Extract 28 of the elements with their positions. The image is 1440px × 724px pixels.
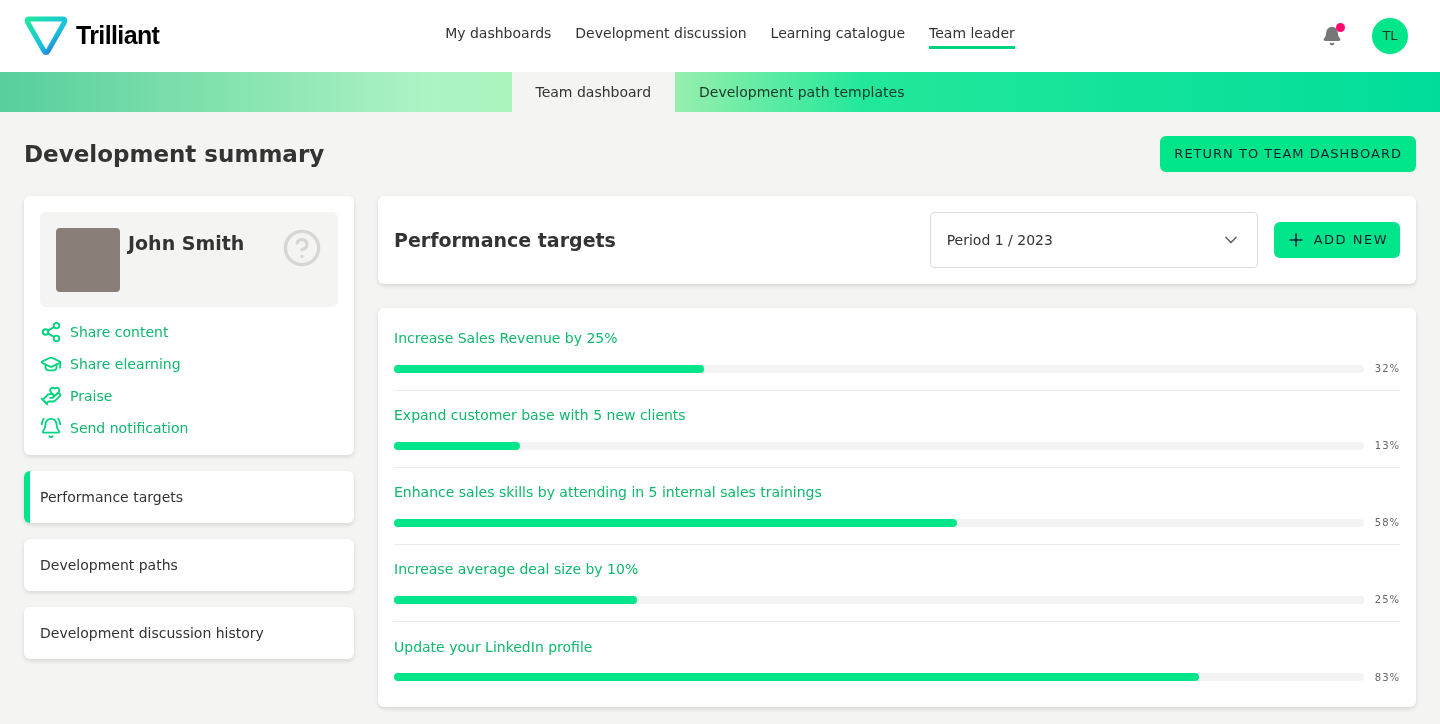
nav-link[interactable]: Team leader xyxy=(929,23,1015,49)
nav-link[interactable]: Learning catalogue xyxy=(770,23,905,49)
page-title: Development summary xyxy=(24,139,325,169)
share-icon xyxy=(40,321,62,343)
triangle-logo-icon xyxy=(24,15,68,57)
progress-percent: 58% xyxy=(1373,516,1400,530)
hand-heart-icon xyxy=(40,385,62,407)
ringing-bell-icon xyxy=(40,417,62,439)
sub-tab[interactable]: Team dashboard xyxy=(511,72,675,112)
section-heading: Performance targets xyxy=(394,227,617,253)
progress-percent: 32% xyxy=(1373,362,1400,376)
progress-percent: 13% xyxy=(1373,439,1400,453)
sub-tab[interactable]: Development path templates xyxy=(675,72,929,112)
nav-link[interactable]: My dashboards xyxy=(445,23,552,49)
add-new-button[interactable]: ADD NEW xyxy=(1273,222,1400,258)
return-button[interactable]: RETURN TO TEAM DASHBOARD xyxy=(1160,136,1416,172)
progress-percent: 25% xyxy=(1373,593,1400,607)
notification-bell-icon[interactable] xyxy=(1322,26,1342,46)
section-tab[interactable]: Performance targets xyxy=(24,471,354,523)
brand-name: Trilliant xyxy=(76,20,160,52)
nav-link[interactable]: Development discussion xyxy=(575,23,747,49)
user-avatar[interactable]: TL xyxy=(1372,18,1408,54)
progress-percent: 83% xyxy=(1373,670,1400,685)
photo-placeholder xyxy=(56,228,120,292)
person-name: John Smith xyxy=(128,231,246,256)
period-dropdown[interactable]: Period 1 / 2023 xyxy=(929,212,1258,268)
section-tab[interactable]: Development discussion history xyxy=(24,607,354,659)
section-tab[interactable]: Development paths xyxy=(24,539,354,591)
